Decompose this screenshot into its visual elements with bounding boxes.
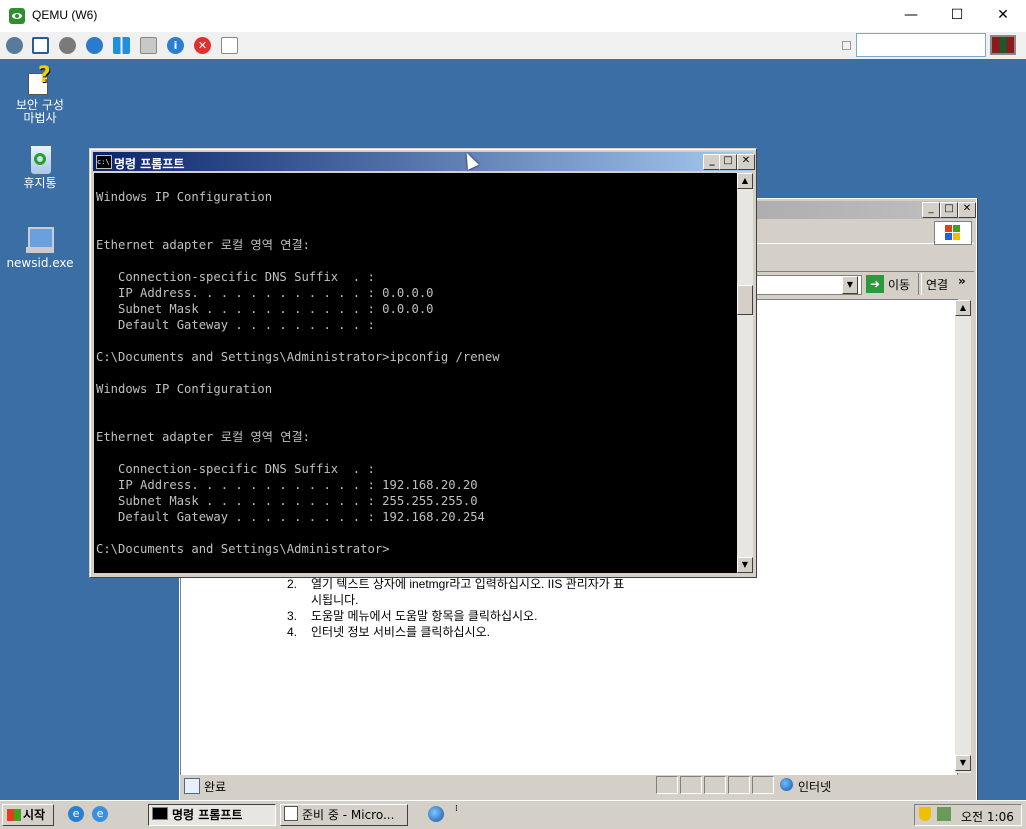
page-icon <box>284 806 298 821</box>
desktop-icon-recycle-bin[interactable]: 휴지통 <box>2 143 78 190</box>
zone-text: 인터넷 <box>798 780 832 794</box>
list-item-text: 열기 텍스트 상자에 inetmgr라고 입력하십시오. IIS 관리자가 표 <box>311 577 625 591</box>
toolbar-handle-icon <box>842 41 851 50</box>
scroll-thumb[interactable] <box>737 285 753 315</box>
qemu-app-icon <box>9 8 25 24</box>
desktop-icon-security-wizard[interactable]: ? 보안 구성 마법사 <box>2 65 78 125</box>
clipboard-icon[interactable] <box>221 37 238 54</box>
go-button[interactable]: 이동 <box>888 276 910 293</box>
system-tray: 오전 1:06 <box>914 804 1022 826</box>
list-item-text: 인터넷 정보 서비스를 클릭하십시오. <box>311 625 490 639</box>
network-tray-icon[interactable] <box>937 807 951 821</box>
windows-flag-icon <box>7 809 21 821</box>
status-panel <box>680 776 702 794</box>
desktop-icon-newsid[interactable]: newsid.exe <box>2 223 78 270</box>
status-panel <box>728 776 750 794</box>
info-icon[interactable]: i <box>167 37 184 54</box>
ie-vertical-scrollbar[interactable]: ▲ ▼ <box>955 300 971 773</box>
security-wizard-icon: ? <box>24 65 56 97</box>
cmd-vertical-scrollbar[interactable]: ▲ ▼ <box>737 173 753 573</box>
host-titlebar: QEMU (W6) — ☐ ✕ <box>0 0 1026 33</box>
list-item-number: 3. <box>287 609 298 623</box>
chevron-right-icon[interactable]: » <box>958 274 966 288</box>
status-text: 완료 <box>204 780 227 794</box>
list-item: 4. 인터넷 정보 서비스를 클릭하십시오. <box>287 624 687 640</box>
desktop-icon-label: 휴지통 <box>23 176 57 190</box>
computer-icon <box>24 223 56 255</box>
task-button-ie[interactable]: 준비 중 - Micro... <box>280 804 408 826</box>
language-bar-icon[interactable]: ⁞ <box>455 804 465 824</box>
quicklaunch-ie2-icon[interactable]: e <box>92 806 108 822</box>
list-item: 2. 열기 텍스트 상자에 inetmgr라고 입력하십시오. IIS 관리자가… <box>287 576 687 608</box>
task-button-cmd[interactable]: 명령 프롬프트 <box>148 804 276 826</box>
console-text: Windows IP Configuration Ethernet adapte… <box>96 190 500 556</box>
cmd-maximize-button[interactable]: □ <box>719 154 737 170</box>
cmd-titlebar[interactable]: c:\ 명령 프롬프트 _ □ ✕ <box>93 152 755 171</box>
cmd-window-title: 명령 프롬프트 <box>114 157 185 171</box>
quicklaunch-ie-icon[interactable]: e <box>68 806 84 822</box>
address-dropdown-button[interactable]: ▼ <box>842 276 858 294</box>
ie-close-button[interactable]: ✕ <box>958 202 976 218</box>
start-label: 시작 <box>23 808 46 822</box>
scroll-up-button[interactable]: ▲ <box>955 300 971 316</box>
cmd-close-button[interactable]: ✕ <box>737 154 755 170</box>
go-arrow-icon[interactable]: ➜ <box>866 275 884 293</box>
recycle-bin-icon <box>24 143 56 175</box>
desktop-icon-label: newsid.exe <box>6 256 74 270</box>
help-step-list: 2. 열기 텍스트 상자에 inetmgr라고 입력하십시오. IIS 관리자가… <box>287 576 687 640</box>
host-minimize-button[interactable]: — <box>888 0 934 32</box>
ie-globe-icon[interactable] <box>428 806 444 822</box>
fullscreen-icon[interactable] <box>32 37 49 54</box>
cmd-app-icon <box>152 807 168 820</box>
windows-icon[interactable] <box>113 37 130 54</box>
search-input[interactable] <box>856 33 986 57</box>
list-item-number: 4. <box>287 625 298 639</box>
ie-maximize-button[interactable]: □ <box>940 202 958 218</box>
desktop-icon-label: 마법사 <box>23 111 57 125</box>
scroll-up-button[interactable]: ▲ <box>737 173 753 189</box>
host-window-title: QEMU (W6) <box>32 8 98 22</box>
console-output[interactable]: Windows IP Configuration Ethernet adapte… <box>94 173 737 573</box>
host-close-button[interactable]: ✕ <box>980 0 1026 32</box>
host-toolbar: i ✕ <box>0 32 1026 60</box>
drive-icon[interactable] <box>140 37 157 54</box>
status-panel <box>704 776 726 794</box>
list-item-number: 2. <box>287 577 298 591</box>
color-swatch-icon[interactable] <box>990 35 1016 55</box>
globe-icon <box>780 778 793 791</box>
security-shield-icon[interactable] <box>919 807 931 821</box>
host-maximize-button[interactable]: ☐ <box>934 0 980 32</box>
list-item-text: 도움말 메뉴에서 도움말 항목을 클릭하십시오. <box>311 609 538 623</box>
cmd-app-icon: c:\ <box>96 155 112 169</box>
scroll-down-button[interactable]: ▼ <box>737 557 753 573</box>
network-icon[interactable] <box>6 37 23 54</box>
taskbar: 시작 e e 명령 프롬프트 준비 중 - Micro... ⁞ 오전 1:06 <box>0 800 1026 829</box>
ie-minimize-button[interactable]: _ <box>922 202 940 218</box>
scroll-down-button[interactable]: ▼ <box>955 755 971 771</box>
stop-icon[interactable]: ✕ <box>194 37 211 54</box>
list-item-text: 시됩니다. <box>311 593 359 607</box>
toolbar-separator <box>918 273 922 295</box>
settings-icon[interactable] <box>59 37 76 54</box>
start-button[interactable]: 시작 <box>2 804 54 826</box>
status-panel <box>656 776 678 794</box>
list-item: 3. 도움말 메뉴에서 도움말 항목을 클릭하십시오. <box>287 608 687 624</box>
task-button-label: 명령 프롬프트 <box>172 808 243 822</box>
windows-logo-icon <box>934 221 972 245</box>
page-icon <box>184 778 200 794</box>
cmd-window: c:\ 명령 프롬프트 _ □ ✕ Windows IP Configurati… <box>89 148 757 578</box>
task-button-label: 준비 중 - Micro... <box>302 808 395 822</box>
links-button[interactable]: 연결 <box>926 276 948 293</box>
clock: 오전 1:06 <box>961 810 1014 824</box>
ie-statusbar: 완료 인터넷 <box>180 775 976 795</box>
refresh-icon[interactable] <box>86 37 103 54</box>
status-panel <box>752 776 774 794</box>
